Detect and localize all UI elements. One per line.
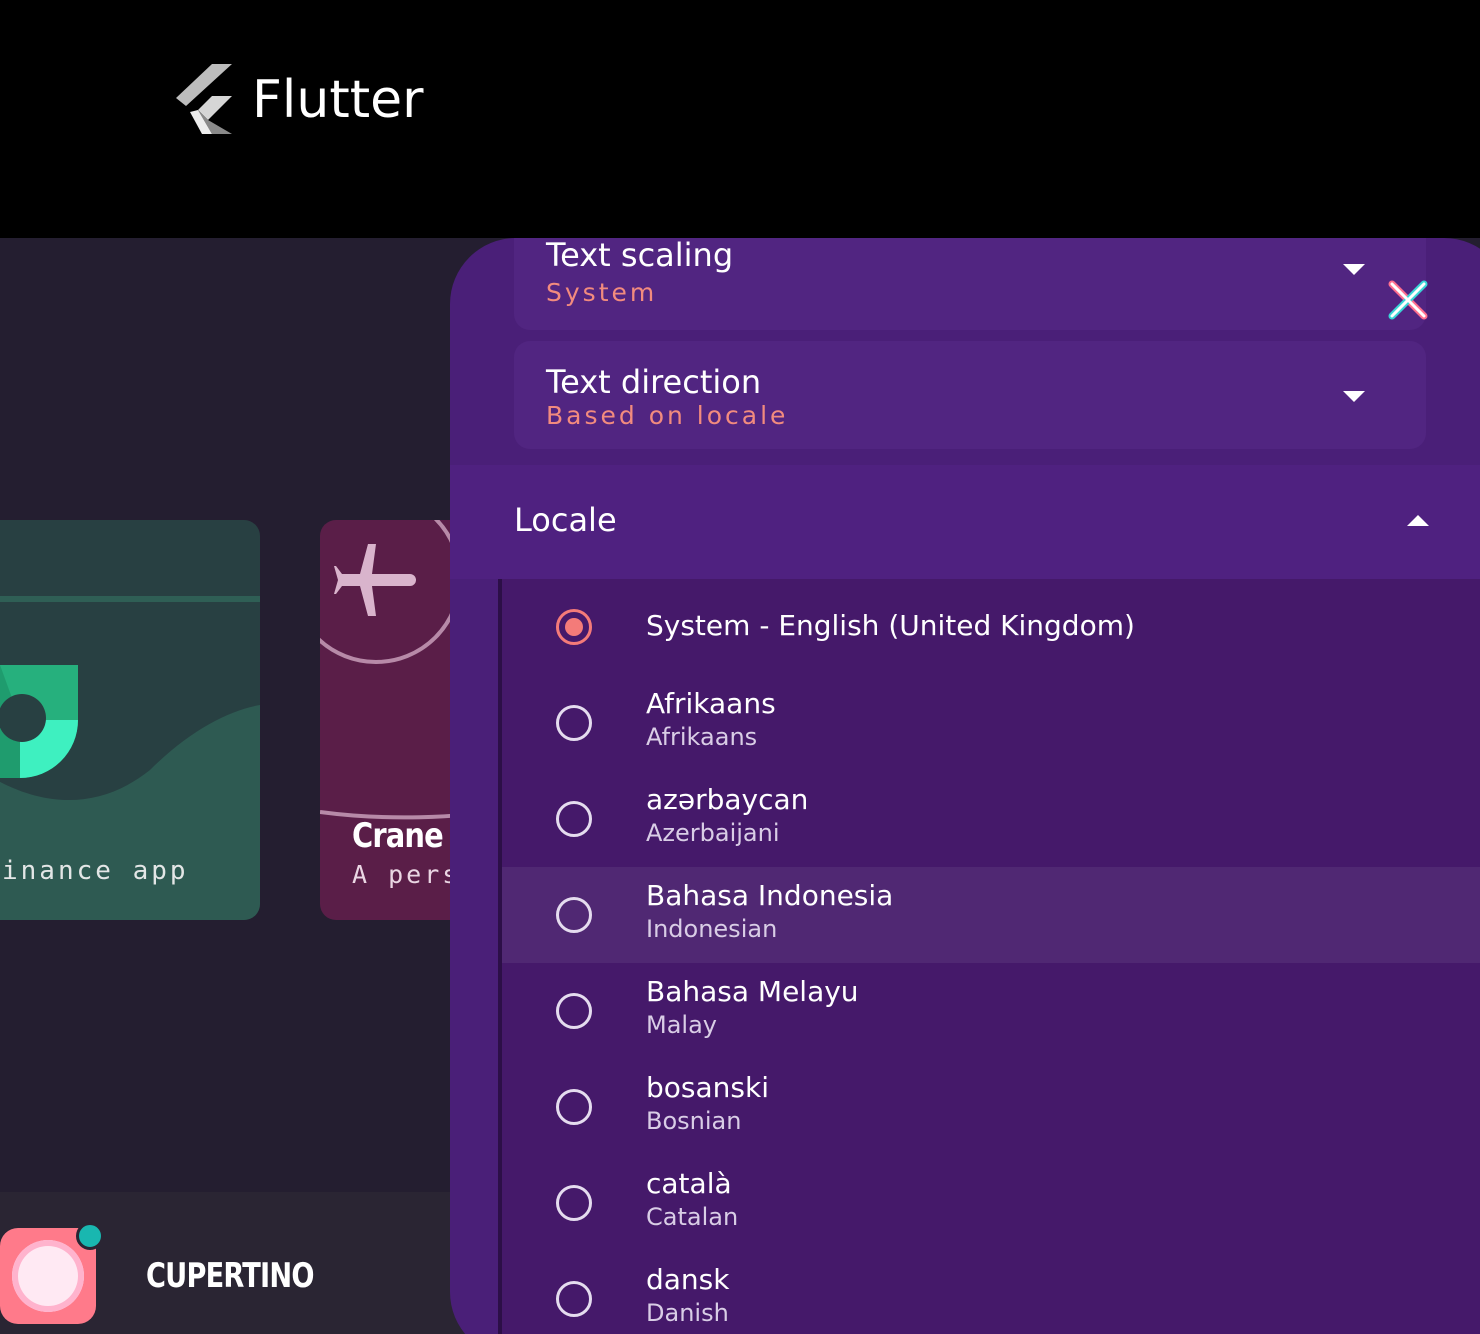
text-scaling-title: Text scaling [546, 238, 734, 274]
settings-panel: Text scaling System Text direction Based… [450, 238, 1480, 1334]
notification-dot-icon [76, 1222, 104, 1250]
locale-name: Afrikaans [646, 687, 776, 720]
radio-unselected-icon[interactable] [556, 993, 592, 1029]
locale-option-indonesian[interactable]: Bahasa Indonesia Indonesian [502, 867, 1480, 963]
locale-name: bosanski [646, 1071, 769, 1104]
locale-section-header[interactable]: Locale [450, 465, 1480, 579]
chevron-down-icon [1343, 391, 1365, 402]
locale-english-name: Bosnian [646, 1107, 742, 1135]
radio-unselected-icon[interactable] [556, 1281, 592, 1317]
finance-card-subtitle: inance app [2, 856, 189, 886]
app-header: Flutter [0, 0, 1480, 238]
radio-unselected-icon[interactable] [556, 1089, 592, 1125]
locale-name: català [646, 1167, 732, 1200]
locale-option-malay[interactable]: Bahasa Melayu Malay [502, 963, 1480, 1059]
locale-english-name: Azerbaijani [646, 819, 780, 847]
text-direction-title: Text direction [546, 363, 762, 401]
locale-option-danish[interactable]: dansk Danish [502, 1251, 1480, 1334]
locale-title: Locale [514, 501, 617, 539]
finance-app-card[interactable]: inance app [0, 520, 260, 920]
locale-name: Bahasa Indonesia [646, 879, 894, 912]
close-icon[interactable] [1384, 276, 1432, 324]
locale-english-name: Malay [646, 1011, 717, 1039]
radio-unselected-icon[interactable] [556, 1185, 592, 1221]
locale-option-afrikaans[interactable]: Afrikaans Afrikaans [502, 675, 1480, 771]
locale-english-name: Indonesian [646, 915, 778, 943]
text-direction-setting[interactable]: Text direction Based on locale [514, 341, 1426, 449]
cupertino-label: CUPERTINO [146, 1256, 314, 1296]
chevron-down-icon [1343, 264, 1365, 275]
locale-option-system[interactable]: System - English (United Kingdom) [502, 579, 1480, 675]
radio-unselected-icon[interactable] [556, 801, 592, 837]
crane-card-title: Crane [352, 816, 444, 856]
flutter-logo-icon [176, 64, 232, 134]
locale-list: System - English (United Kingdom) Afrika… [498, 579, 1480, 1334]
brand-title: Flutter [252, 70, 424, 130]
text-scaling-value: System [546, 278, 658, 307]
locale-name: dansk [646, 1263, 730, 1296]
radio-unselected-icon[interactable] [556, 705, 592, 741]
locale-option-azerbaijani[interactable]: azərbaycan Azerbaijani [502, 771, 1480, 867]
locale-name: Bahasa Melayu [646, 975, 859, 1008]
locale-english-name: Danish [646, 1299, 729, 1327]
radio-selected-icon[interactable] [556, 609, 592, 645]
text-direction-value: Based on locale [546, 401, 789, 430]
radio-unselected-icon[interactable] [556, 897, 592, 933]
locale-name: System - English (United Kingdom) [646, 609, 1135, 642]
locale-name: azərbaycan [646, 783, 809, 816]
locale-option-catalan[interactable]: català Catalan [502, 1155, 1480, 1251]
locale-english-name: Catalan [646, 1203, 739, 1231]
locale-english-name: Afrikaans [646, 723, 758, 751]
chevron-up-icon [1407, 515, 1429, 526]
text-scaling-setting[interactable]: Text scaling System [514, 238, 1426, 330]
locale-option-bosnian[interactable]: bosanski Bosnian [502, 1059, 1480, 1155]
